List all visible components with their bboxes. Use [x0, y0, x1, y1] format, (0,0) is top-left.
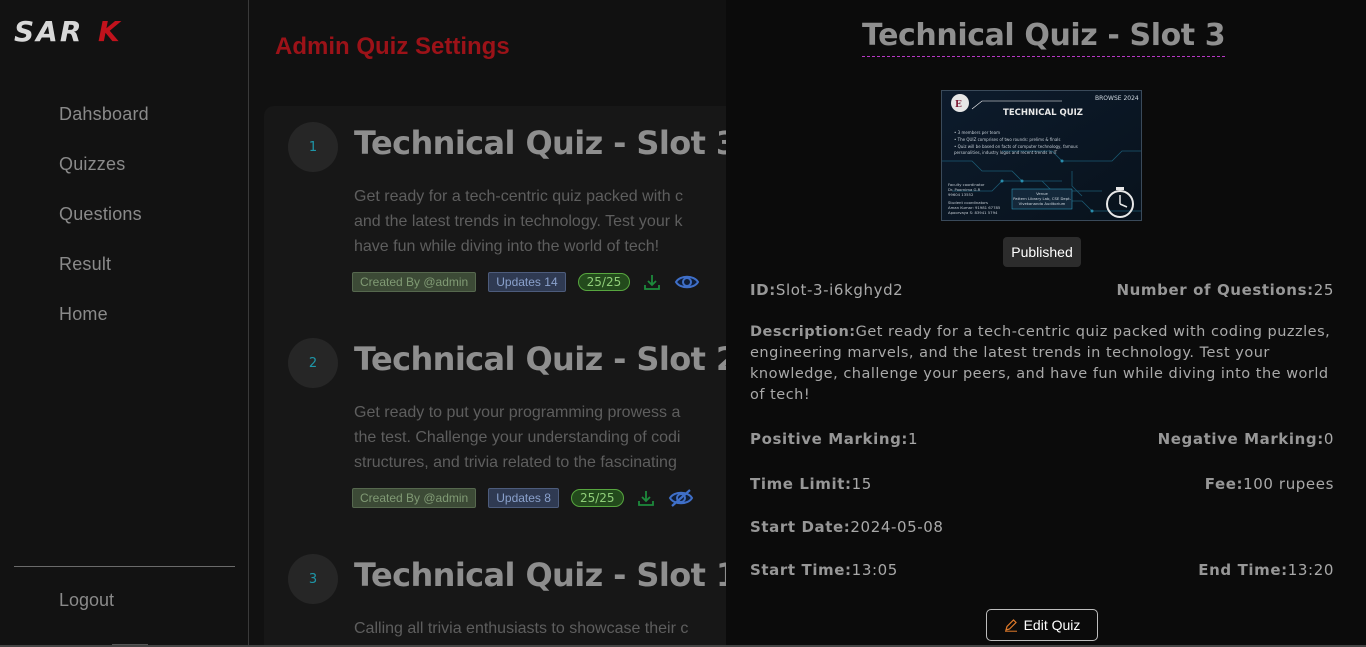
svg-text:• Quiz will be based on facts: • Quiz will be based on facts of compute… — [954, 144, 1078, 149]
sidebar-item-quizzes[interactable]: Quizzes — [59, 154, 149, 204]
num-questions-field: Number of Questions:25 — [1116, 281, 1334, 299]
id-field: ID:Slot-3-i6kghyd2 — [750, 281, 904, 299]
sark-logo[interactable]: SAR K — [14, 16, 126, 46]
detail-title: Technical Quiz - Slot 3 — [862, 18, 1226, 57]
start-time-field: Start Time:13:05 — [750, 561, 898, 579]
svg-text:Vivekananda Auditorium: Vivekananda Auditorium — [1019, 201, 1066, 206]
question-count-badge: 25/25 — [577, 273, 631, 291]
negative-marking-field: Negative Marking:0 — [1157, 430, 1334, 448]
eye-off-icon[interactable] — [668, 488, 694, 508]
time-limit-field: Time Limit:15 — [750, 475, 872, 493]
created-by-badge: Created By @admin — [352, 272, 477, 292]
edit-quiz-label: Edit Quiz — [1023, 617, 1081, 633]
edit-quiz-button[interactable]: Edit Quiz — [986, 609, 1098, 641]
detail-row-time-fee: Time Limit:15 Fee:100 rupees — [750, 475, 1334, 493]
fee-field: Fee:100 rupees — [1204, 475, 1334, 493]
detail-row-marking: Positive Marking:1 Negative Marking:0 — [750, 430, 1334, 448]
status-badge: Published — [1003, 237, 1081, 267]
svg-text:SAR: SAR — [14, 16, 83, 46]
quiz-poster-image: E BROWSE 2024 TECHNICAL QUIZ • 3 members… — [941, 90, 1142, 221]
quiz-title[interactable]: Technical Quiz - Slot 2 — [354, 340, 738, 378]
logout-button[interactable]: Logout — [59, 590, 114, 611]
svg-text:K: K — [98, 16, 122, 46]
svg-text:TECHNICAL QUIZ: TECHNICAL QUIZ — [1003, 108, 1083, 118]
detail-row-id: ID:Slot-3-i6kghyd2 Number of Questions:2… — [750, 281, 1334, 299]
quiz-title[interactable]: Technical Quiz - Slot 3 — [354, 124, 738, 162]
pencil-icon — [1004, 619, 1017, 632]
quiz-tags: Created By @admin Updates 8 25/25 — [352, 488, 694, 508]
eye-icon[interactable] — [674, 272, 700, 292]
question-count-badge: 25/25 — [570, 489, 624, 507]
download-icon[interactable] — [636, 488, 656, 508]
sidebar-item-result[interactable]: Result — [59, 254, 149, 304]
sidebar-nav: Dahsboard Quizzes Questions Result Home — [59, 104, 149, 354]
download-icon[interactable] — [642, 272, 662, 292]
sidebar-item-questions[interactable]: Questions — [59, 204, 149, 254]
sidebar-item-home[interactable]: Home — [59, 304, 149, 354]
svg-text:Apoorvaya S: 83941 5794: Apoorvaya S: 83941 5794 — [948, 210, 998, 215]
svg-text:personalities, industry logos: personalities, industry logos and recent… — [954, 150, 1058, 155]
updates-badge: Updates 14 — [488, 272, 566, 292]
svg-text:99604 13552: 99604 13552 — [948, 192, 974, 197]
updates-badge: Updates 8 — [488, 488, 559, 508]
detail-row-start-date: Start Date:2024-05-08 — [750, 518, 1334, 536]
page-title: Admin Quiz Settings — [275, 33, 510, 60]
sidebar: SAR K Dahsboard Quizzes Questions Result… — [0, 0, 249, 647]
svg-text:BROWSE 2024: BROWSE 2024 — [1095, 95, 1139, 102]
quiz-number: 3 — [288, 554, 338, 604]
sidebar-item-dashboard[interactable]: Dahsboard — [59, 104, 149, 154]
created-by-badge: Created By @admin — [352, 488, 477, 508]
svg-text:E: E — [955, 100, 962, 110]
positive-marking-field: Positive Marking:1 — [750, 430, 919, 448]
start-date-field: Start Date:2024-05-08 — [750, 518, 944, 536]
svg-text:• 3 members per team: • 3 members per team — [954, 130, 1000, 135]
app-root: SAR K Dahsboard Quizzes Questions Result… — [0, 0, 1366, 647]
quiz-detail-panel: Technical Quiz - Slot 3 E BROWSE 2024 TE… — [726, 0, 1366, 647]
poster-graphic: E BROWSE 2024 TECHNICAL QUIZ • 3 members… — [942, 91, 1141, 220]
detail-row-times: Start Time:13:05 End Time:13:20 — [750, 561, 1334, 579]
quiz-title[interactable]: Technical Quiz - Slot 1 — [354, 556, 738, 594]
description-field: Description:Get ready for a tech-centric… — [750, 324, 1331, 403]
quiz-tags: Created By @admin Updates 14 25/25 — [352, 272, 700, 292]
sidebar-divider — [14, 566, 235, 567]
end-time-field: End Time:13:20 — [1198, 561, 1334, 579]
quiz-number: 1 — [288, 122, 338, 172]
quiz-number: 2 — [288, 338, 338, 388]
svg-text:• The QUIZ comprises of two ro: • The QUIZ comprises of two rounds: prel… — [954, 137, 1060, 142]
